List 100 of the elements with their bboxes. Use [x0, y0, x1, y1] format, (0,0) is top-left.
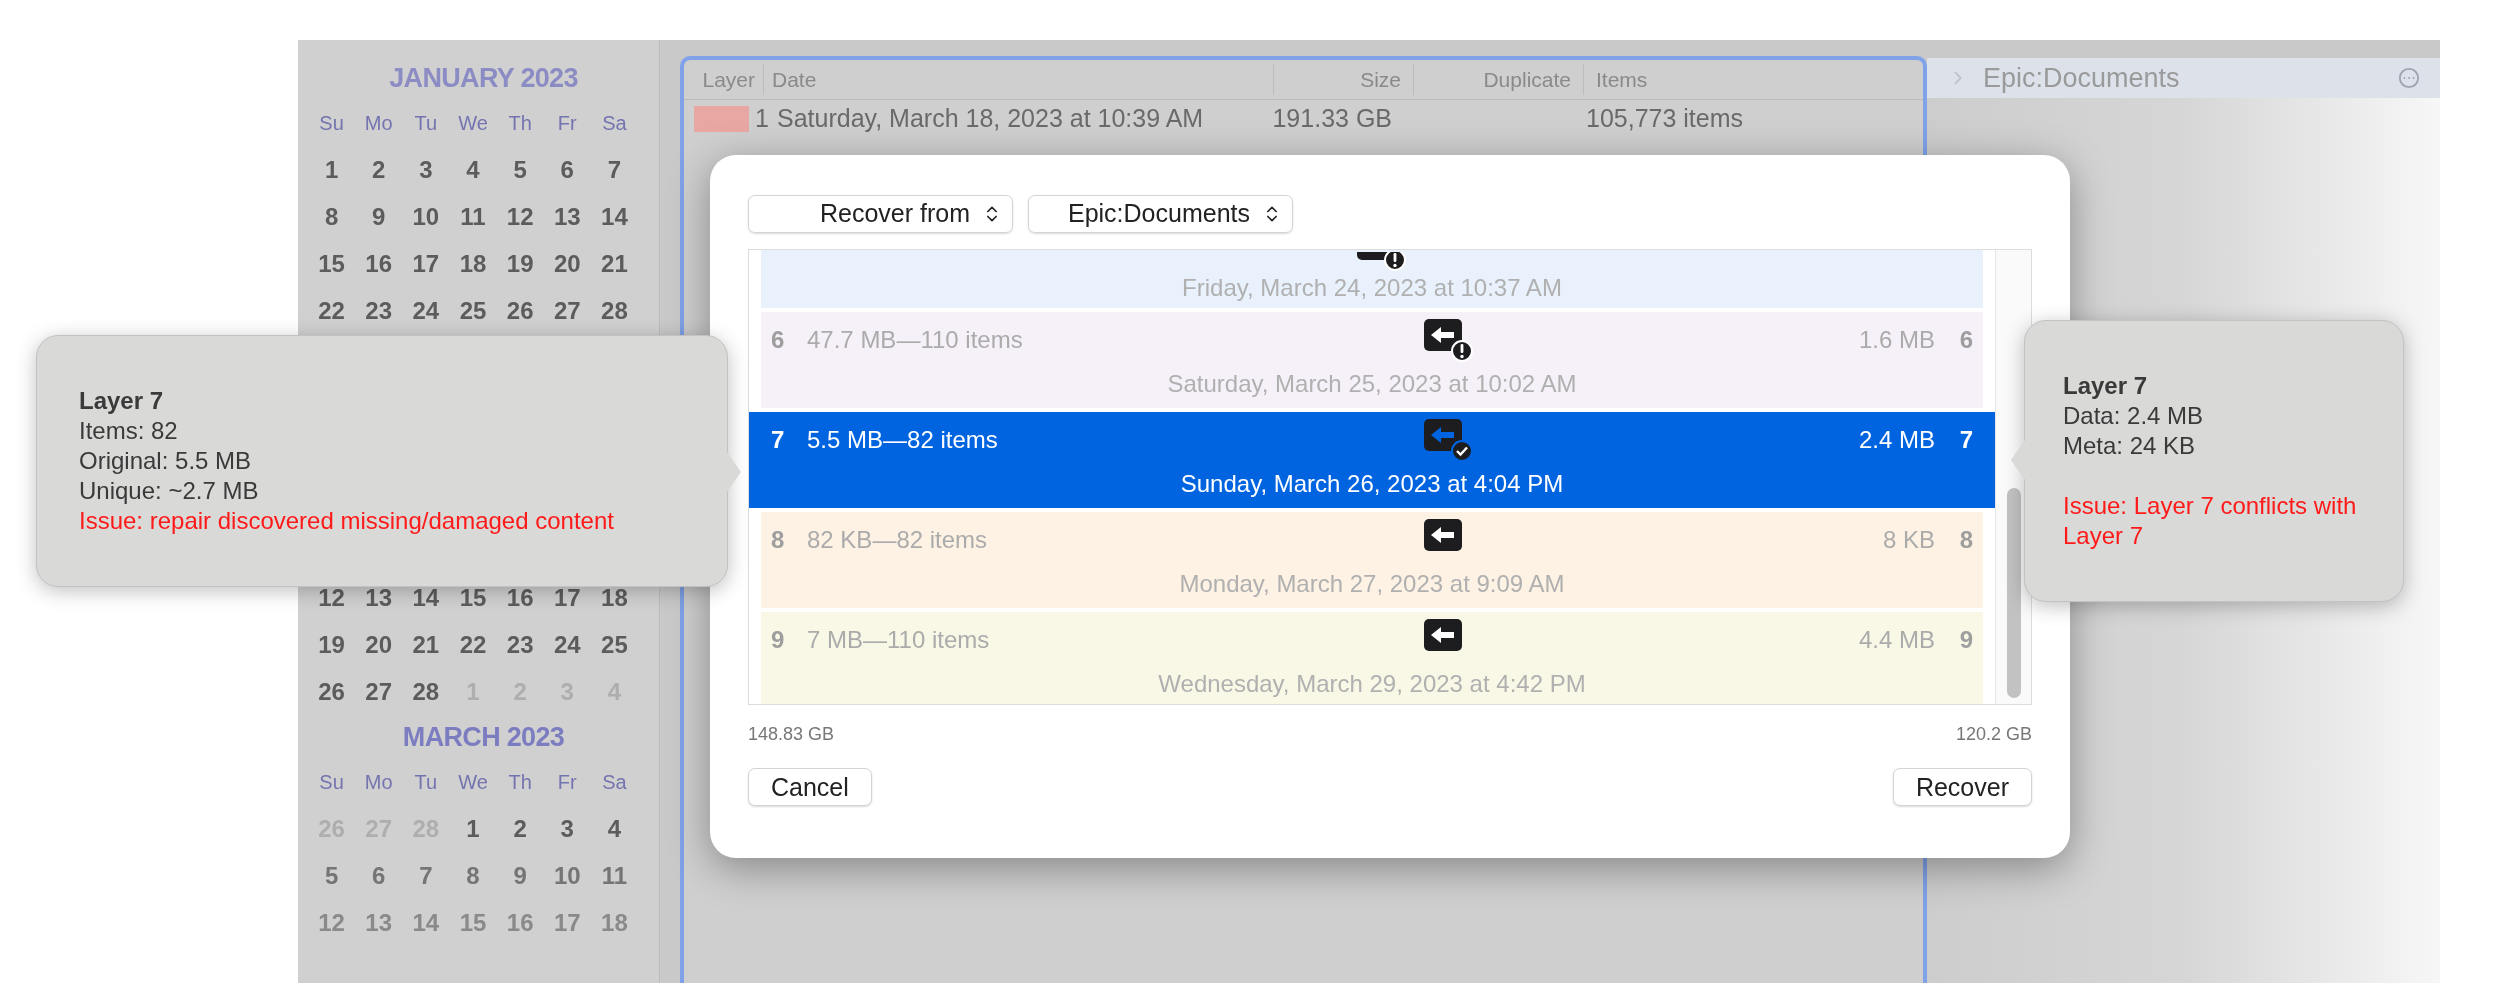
tooltip-title: Layer 7 [2063, 371, 2149, 401]
calendar-day[interactable]: 7 [402, 857, 450, 894]
column-header[interactable]: Size [1274, 63, 1414, 96]
calendar-day[interactable]: 27 [543, 292, 591, 329]
calendar-day[interactable]: 5 [308, 857, 356, 894]
layer-date: Wednesday, March 29, 2023 at 4:42 PM [1157, 669, 1587, 699]
calendar-day[interactable]: 23 [355, 292, 403, 329]
calendar-day[interactable]: 8 [449, 857, 497, 894]
weekday-label: Fr [556, 111, 578, 136]
calendar-day[interactable]: 22 [308, 292, 356, 329]
calendar-day[interactable]: 13 [355, 904, 403, 941]
weekday-label: Th [507, 111, 533, 136]
more-icon[interactable] [2398, 67, 2420, 89]
calendar-day[interactable]: 3 [402, 151, 450, 188]
weekday-label: Fr [556, 770, 578, 795]
calendar-day[interactable]: 8 [308, 198, 356, 235]
weekday-label: Sa [601, 770, 628, 795]
calendar-day[interactable]: 16 [496, 904, 544, 941]
column-header[interactable]: Date [764, 63, 1274, 96]
layer-row[interactable]: 7 5.5 MB—82 items 2.4 MB 7 Sunday, March 26, 2023 at 4:04 PM [749, 412, 1995, 508]
calendar-day[interactable]: 26 [308, 673, 356, 710]
calendar-day[interactable]: 11 [449, 198, 497, 235]
tooltip-line: Meta: 24 KB [2063, 431, 2197, 461]
calendar-day[interactable]: 16 [355, 245, 403, 282]
calendar-day[interactable]: 19 [308, 626, 356, 663]
weekday-label: We [457, 770, 489, 795]
calendar-day[interactable]: 1 [449, 810, 497, 847]
calendar-day[interactable]: 2 [355, 151, 403, 188]
calendar-day[interactable]: 11 [590, 857, 638, 894]
calendar-day[interactable]: 10 [543, 857, 591, 894]
calendar-day[interactable]: 21 [402, 626, 450, 663]
calendar-day[interactable]: 1 [308, 151, 356, 188]
calendar-day[interactable]: 3 [543, 810, 591, 847]
calendar-day[interactable]: 23 [496, 626, 544, 663]
column-header[interactable]: Duplicate [1414, 63, 1584, 96]
layer-summary: 47.7 MB—110 items [807, 325, 1024, 355]
recover-button[interactable]: Recover [1892, 768, 2032, 806]
calendar-day[interactable]: 9 [355, 198, 403, 235]
calendar-day[interactable]: 17 [543, 904, 591, 941]
layer-date: Sunday, March 26, 2023 at 4:04 PM [1179, 469, 1565, 499]
calendar-day[interactable]: 6 [355, 857, 403, 894]
calendar-day[interactable]: 6 [543, 151, 591, 188]
calendar-day[interactable]: 15 [308, 245, 356, 282]
layer-number: 9 [1958, 625, 1973, 655]
column-header[interactable]: Items [1584, 63, 1648, 96]
calendar-day[interactable]: 26 [496, 292, 544, 329]
cancel-button[interactable]: Cancel [748, 768, 872, 806]
month-title: MARCH 2023 [401, 720, 566, 754]
calendar-day[interactable]: 12 [308, 904, 356, 941]
layer-size: 4.4 MB [1857, 625, 1936, 655]
calendar-day[interactable]: 9 [496, 857, 544, 894]
calendar-day[interactable]: 22 [449, 626, 497, 663]
calendar-day[interactable]: 15 [449, 904, 497, 941]
calendar-day[interactable]: 18 [590, 904, 638, 941]
calendar-day[interactable]: 10 [402, 198, 450, 235]
calendar-day[interactable]: 14 [590, 198, 638, 235]
issue-text: Issue: repair discovered missing/damaged content [79, 506, 615, 536]
layer-row[interactable]: 8 82 KB—82 items 8 KB 8 Monday, March 27, 2023 at 9:09 AM [761, 512, 1983, 608]
layer-number: 8 [771, 525, 786, 555]
calendar-day[interactable]: 25 [449, 292, 497, 329]
calendar-day[interactable]: 24 [402, 292, 450, 329]
calendar-day[interactable]: 14 [402, 904, 450, 941]
calendar-day[interactable]: 21 [590, 245, 638, 282]
calendar-day[interactable]: 28 [590, 292, 638, 329]
calendar-day[interactable]: 13 [543, 198, 591, 235]
calendar-day[interactable]: 2 [496, 810, 544, 847]
table-cell-text: 191.33 GB [1271, 103, 1393, 135]
layer-date: Friday, March 24, 2023 at 10:37 AM [1181, 273, 1563, 303]
layer-date: Monday, March 27, 2023 at 9:09 AM [1178, 569, 1566, 599]
calendar-day[interactable]: 18 [449, 245, 497, 282]
popup-button[interactable]: Epic:Documents [1028, 195, 1293, 233]
layer-summary: 82 KB—82 items [807, 525, 989, 555]
calendar-day[interactable]: 20 [355, 626, 403, 663]
weekday-label: We [457, 111, 489, 136]
calendar-day[interactable]: 25 [590, 626, 638, 663]
popup-button[interactable]: Recover from [748, 195, 1013, 233]
scrollbar-thumb[interactable] [2006, 488, 2021, 698]
weekday-label: Mo [363, 111, 394, 136]
tooltip-line: Data: 2.4 MB [2063, 401, 2205, 431]
calendar-day[interactable]: 17 [402, 245, 450, 282]
calendar-day[interactable]: 24 [543, 626, 591, 663]
panel-title: Epic:Documents [1983, 61, 2180, 95]
layer-summary: 5.5 MB—82 items [807, 425, 999, 455]
calendar-day[interactable]: 19 [496, 245, 544, 282]
layer-row[interactable]: 6 47.7 MB—110 items 1.6 MB 6 Saturday, March 25, 2023 at 10:02 AM [761, 312, 1983, 408]
column-header[interactable]: Layer [684, 63, 764, 96]
calendar-day[interactable]: 4 [590, 810, 638, 847]
calendar-day[interactable]: 12 [496, 198, 544, 235]
calendar-day[interactable]: 5 [496, 151, 544, 188]
calendar-day[interactable]: 7 [590, 151, 638, 188]
table-cell-text: Saturday, March 18, 2023 at 10:39 AM [776, 103, 1205, 135]
calendar-day[interactable]: 28 [402, 673, 450, 710]
calendar-day[interactable]: 20 [543, 245, 591, 282]
layer-row[interactable]: 9 7 MB—110 items 4.4 MB 9 Wednesday, March 29, 2023 at 4:42 PM [761, 612, 1983, 704]
calendar-day[interactable]: 4 [449, 151, 497, 188]
tooltip-title: Layer 7 [79, 386, 165, 416]
total-size: 120.2 GB [1955, 723, 2032, 746]
calendar-day[interactable]: 27 [355, 673, 403, 710]
month-title: JANUARY 2023 [388, 61, 579, 95]
total-size: 148.83 GB [748, 723, 835, 746]
